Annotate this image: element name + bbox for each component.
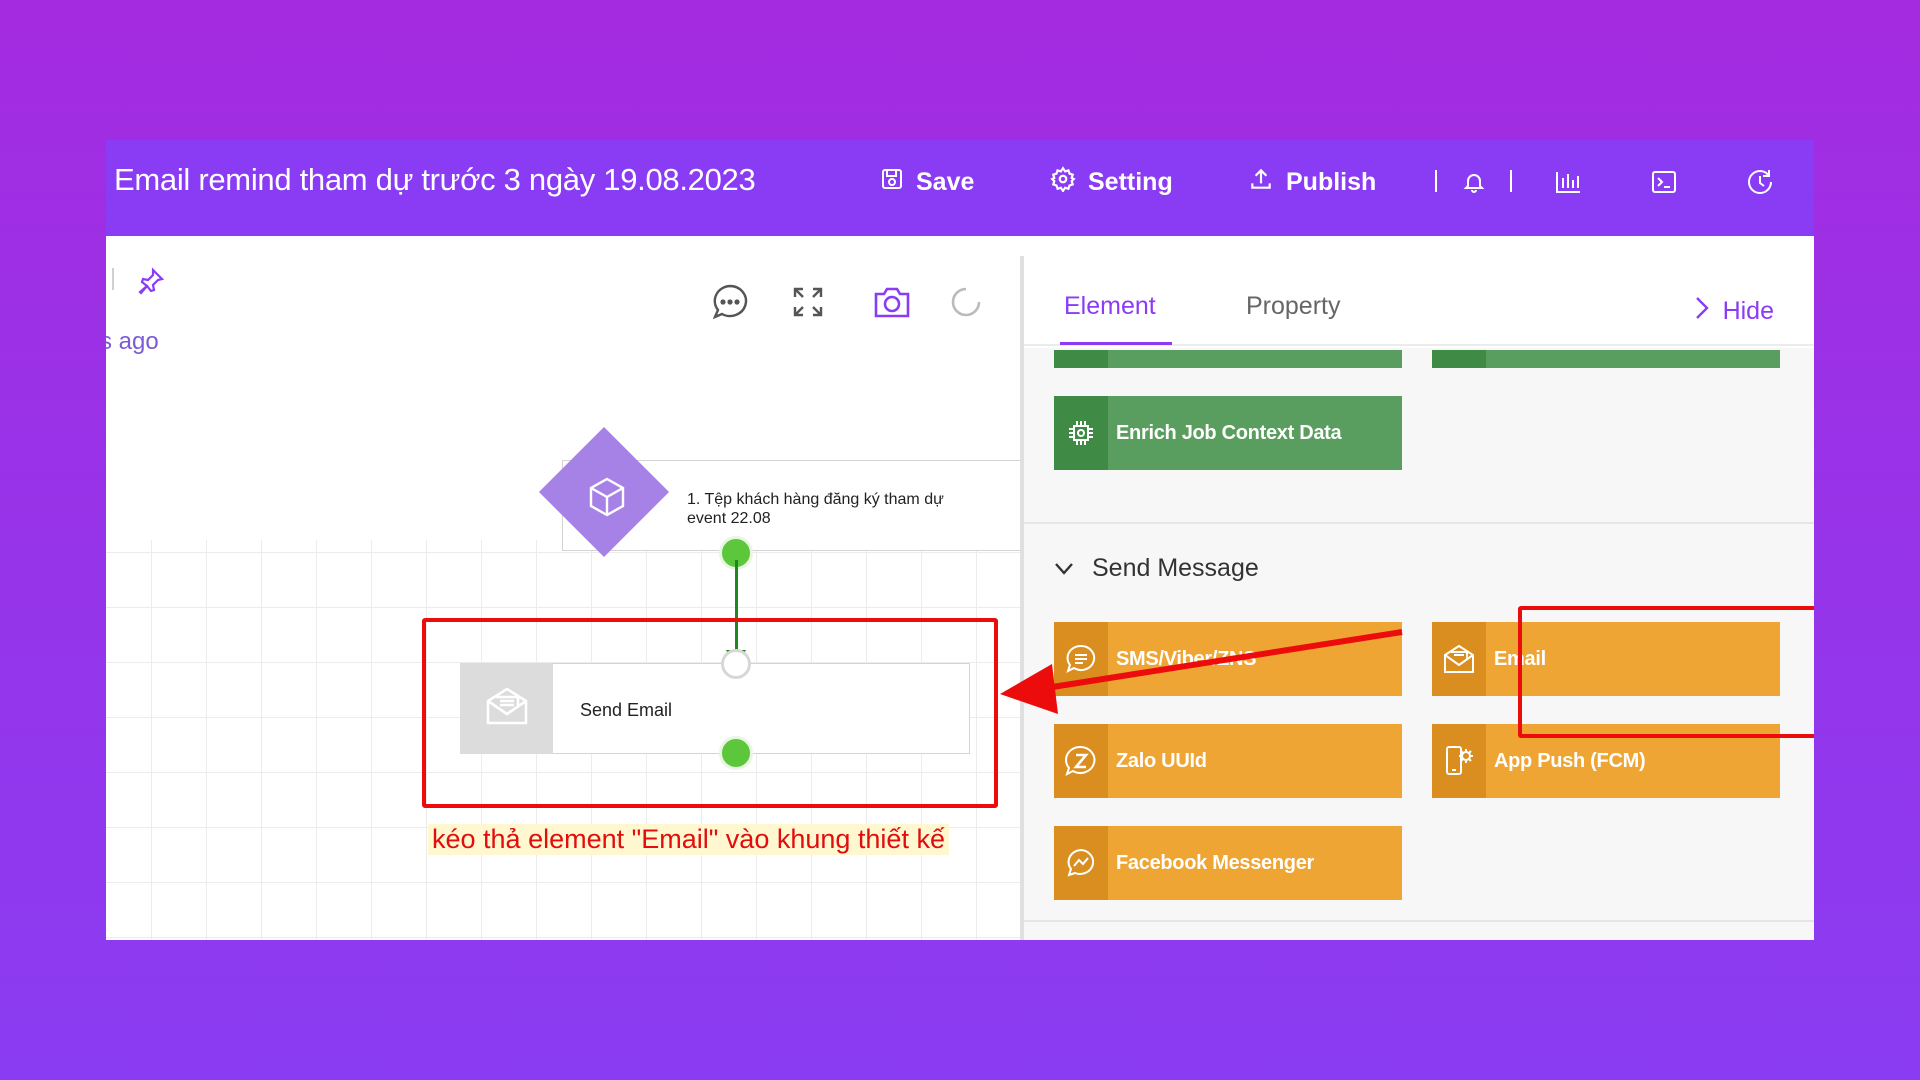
chevron-down-icon <box>1054 554 1074 583</box>
element-item-partial[interactable] <box>1432 350 1780 368</box>
canvas-separator <box>112 268 114 290</box>
save-label: Save <box>916 167 975 196</box>
element-label: App Push (FCM) <box>1494 749 1646 772</box>
gear-icon <box>1050 165 1076 199</box>
upload-icon <box>1248 166 1274 199</box>
chat-icon <box>1054 622 1108 696</box>
toolbar-separator <box>1510 170 1512 192</box>
cube-icon <box>584 474 630 520</box>
element-panel: Element Property Hide Enrich Job Context… <box>1024 236 1814 940</box>
tab-property[interactable]: Property <box>1246 292 1340 321</box>
phone-gear-icon <box>1432 724 1486 798</box>
annotation-hint-text: kéo thả element "Email" vào khung thiết … <box>428 824 949 855</box>
element-label: Zalo UUId <box>1116 749 1207 772</box>
publish-label: Publish <box>1286 167 1377 196</box>
section-send-message[interactable]: Send Message <box>1054 554 1259 583</box>
setting-label: Setting <box>1088 167 1173 196</box>
app-window: Email remind tham dự trước 3 ngày 19.08.… <box>106 140 1814 940</box>
bell-icon[interactable] <box>1456 164 1492 200</box>
element-label: Enrich Job Context Data <box>1116 421 1342 444</box>
tab-active-indicator <box>1060 342 1172 345</box>
section-divider <box>1024 522 1814 524</box>
annotation-drop-frame <box>422 618 998 808</box>
hide-label: Hide <box>1722 297 1774 325</box>
envelope-icon <box>1432 622 1486 696</box>
history-icon[interactable] <box>1742 164 1778 200</box>
pin-icon[interactable] <box>136 266 166 301</box>
audience-node-label: 1. Tệp khách hàng đăng ký tham dự event … <box>687 491 944 527</box>
last-saved-text: s ago <box>106 328 159 355</box>
element-enrich-job-context-data[interactable]: Enrich Job Context Data <box>1054 396 1402 470</box>
zalo-icon <box>1054 724 1108 798</box>
toolbar-separator <box>1435 170 1437 192</box>
element-zalo-uuid[interactable]: Zalo UUId <box>1054 724 1402 798</box>
tab-element[interactable]: Element <box>1064 292 1156 321</box>
setting-button[interactable]: Setting <box>1050 162 1173 202</box>
camera-icon[interactable] <box>870 280 914 324</box>
refresh-icon[interactable] <box>944 280 988 324</box>
element-list: Enrich Job Context Data Send Message SMS… <box>1024 348 1814 940</box>
messenger-icon <box>1054 826 1108 900</box>
top-bar: Email remind tham dự trước 3 ngày 19.08.… <box>106 140 1814 236</box>
save-button[interactable]: Save <box>880 162 974 202</box>
publish-button[interactable]: Publish <box>1248 162 1376 202</box>
bar-chart-icon[interactable] <box>1550 164 1586 200</box>
hide-panel-button[interactable]: Hide <box>1695 296 1774 327</box>
fullscreen-icon[interactable] <box>786 280 830 324</box>
element-label: Facebook Messenger <box>1116 851 1315 874</box>
annotation-email-frame <box>1518 606 1814 738</box>
comment-icon[interactable] <box>708 280 752 324</box>
section-title-label: Send Message <box>1092 554 1259 582</box>
panel-tabs: Element Property Hide <box>1024 236 1814 346</box>
save-icon <box>880 167 904 198</box>
element-label: SMS/Viber/ZNS <box>1116 647 1257 670</box>
element-item-partial[interactable] <box>1054 350 1402 368</box>
terminal-icon[interactable] <box>1646 164 1682 200</box>
element-facebook-messenger[interactable]: Facebook Messenger <box>1054 826 1402 900</box>
chevron-right-icon <box>1695 296 1709 327</box>
section-divider <box>1024 920 1814 922</box>
journey-title: Email remind tham dự trước 3 ngày 19.08.… <box>114 162 756 197</box>
element-sms-viber-zns[interactable]: SMS/Viber/ZNS <box>1054 622 1402 696</box>
chip-icon <box>1054 396 1108 470</box>
